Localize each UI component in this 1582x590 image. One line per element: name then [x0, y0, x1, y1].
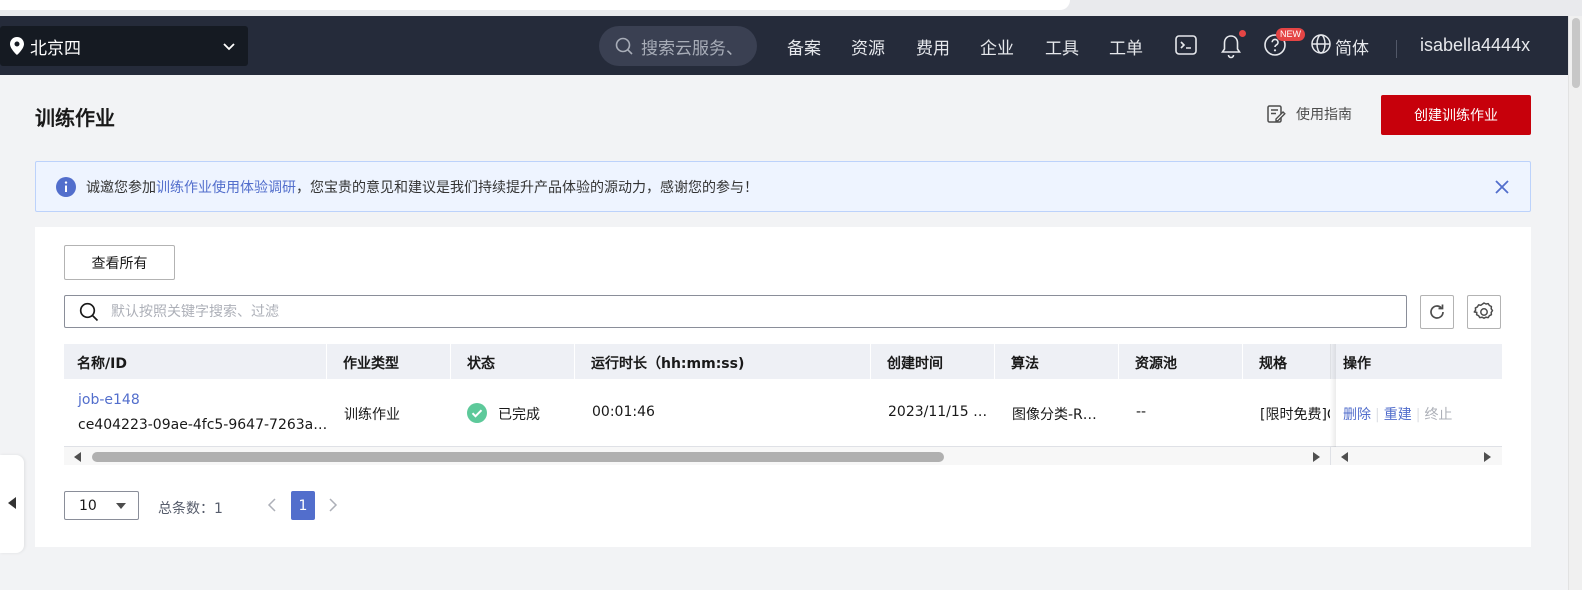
notification-dot	[1239, 30, 1246, 37]
page-size-select[interactable]: 10	[64, 491, 139, 520]
total-count: 总条数：1	[158, 501, 223, 517]
column-divider	[574, 344, 575, 379]
delete-action[interactable]: 删除	[1343, 407, 1371, 423]
guide-edit-icon	[1267, 105, 1286, 123]
job-algorithm: 图像分类-R…	[1012, 407, 1097, 423]
job-duration: 00:01:46	[592, 404, 655, 420]
region-selector[interactable]: 北京四	[0, 26, 248, 66]
filter-search-box[interactable]	[64, 295, 1407, 328]
location-pin-icon	[10, 37, 24, 55]
banner-text-suffix: ，您宝贵的意见和建议是我们持续提升产品体验的源动力，感谢您的参与！	[296, 179, 758, 196]
browser-strip	[0, 0, 1582, 16]
close-icon[interactable]	[1494, 179, 1510, 195]
fixed-column-shadow	[1330, 344, 1336, 447]
page-scrollbar[interactable]	[1568, 16, 1582, 590]
column-divider	[450, 344, 451, 379]
create-training-job-button[interactable]: 创建训练作业	[1381, 95, 1531, 135]
bell-icon[interactable]	[1219, 33, 1243, 59]
nav-item-billing[interactable]: 费用	[916, 34, 950, 59]
column-header-status[interactable]: 状态	[467, 353, 495, 373]
global-search-placeholder: 搜索云服务、	[641, 38, 743, 59]
refresh-icon	[1430, 304, 1444, 319]
job-created-time: 2023/11/15 …	[888, 404, 988, 420]
terminate-action: 终止	[1424, 407, 1453, 423]
fixed-scroll-divider	[1330, 447, 1331, 465]
column-divider	[1242, 344, 1243, 379]
sidebar-collapse-handle[interactable]	[0, 455, 24, 553]
chevron-down-icon	[223, 43, 235, 51]
browser-address-edge	[0, 0, 1070, 10]
column-divider	[870, 344, 871, 379]
column-header-algorithm[interactable]: 算法	[1011, 353, 1039, 373]
job-list-card: 查看所有 名称/ID 作业类型 状态 运行时长（hh:mm:ss)	[35, 227, 1531, 547]
nav-divider	[1396, 40, 1397, 58]
gear-icon	[1473, 302, 1494, 319]
column-header-job-type[interactable]: 作业类型	[343, 353, 399, 373]
settings-button[interactable]	[1467, 295, 1501, 329]
action-separator: |	[1415, 407, 1421, 423]
language-switch[interactable]: 简体	[1335, 34, 1369, 59]
fixed-scroll-left-icon[interactable]	[1341, 452, 1349, 462]
table-scrollbar-thumb[interactable]	[92, 452, 944, 462]
search-icon	[615, 37, 633, 55]
terminal-icon[interactable]	[1174, 33, 1198, 57]
column-divider	[1118, 344, 1119, 379]
user-guide-label: 使用指南	[1296, 107, 1352, 123]
column-header-pool[interactable]: 资源池	[1135, 353, 1177, 373]
caret-down-icon	[116, 503, 126, 509]
nav-item-tickets[interactable]: 工单	[1109, 34, 1143, 59]
search-icon	[79, 302, 99, 321]
page-number-current[interactable]: 1	[291, 491, 315, 520]
refresh-button[interactable]	[1420, 295, 1454, 329]
table-header: 名称/ID 作业类型 状态 运行时长（hh:mm:ss) 创建时间 算法 资源池…	[64, 344, 1502, 379]
scroll-right-icon[interactable]	[1312, 452, 1320, 462]
nav-item-resources[interactable]: 资源	[851, 34, 885, 59]
column-header-name-id[interactable]: 名称/ID	[77, 353, 127, 373]
fixed-scroll-right-icon[interactable]	[1483, 452, 1491, 462]
filter-search-input[interactable]	[111, 303, 1211, 320]
page-size-value: 10	[79, 497, 97, 514]
column-divider	[326, 344, 327, 379]
success-check-icon	[467, 403, 487, 423]
user-menu[interactable]: isabella4444x	[1420, 35, 1530, 56]
table-horizontal-scrollbar[interactable]	[64, 447, 1502, 465]
scroll-left-icon[interactable]	[74, 452, 82, 462]
job-type: 训练作业	[344, 407, 400, 423]
job-resource-pool: --	[1136, 404, 1147, 420]
page-scrollbar-thumb[interactable]	[1572, 18, 1580, 88]
user-guide-link[interactable]: 使用指南	[1266, 104, 1352, 124]
column-divider	[994, 344, 995, 379]
action-separator: |	[1375, 407, 1380, 423]
previous-page-icon[interactable]	[267, 498, 277, 512]
globe-icon[interactable]	[1310, 33, 1332, 55]
info-icon	[56, 176, 76, 197]
survey-link[interactable]: 训练作业使用体验调研	[156, 177, 296, 197]
view-all-button[interactable]: 查看所有	[64, 245, 175, 280]
next-page-icon[interactable]	[328, 498, 338, 512]
column-header-actions: 操作	[1343, 356, 1371, 372]
nav-item-filing[interactable]: 备案	[787, 34, 821, 59]
top-navigation-bar: 北京四 搜索云服务、 备案 资源 费用 企业 工具 工单 NEW 简体 isab…	[0, 16, 1568, 75]
page-title: 训练作业	[35, 106, 115, 130]
nav-item-enterprise[interactable]: 企业	[980, 34, 1014, 59]
job-id: ce404223-09ae-4fc5-9647-7263a…	[78, 417, 328, 433]
global-search[interactable]: 搜索云服务、	[599, 26, 757, 66]
survey-banner: 诚邀您参加 训练作业使用体验调研 ，您宝贵的意见和建议是我们持续提升产品体验的源…	[35, 161, 1531, 212]
caret-left-icon	[8, 497, 16, 509]
column-header-spec[interactable]: 规格	[1259, 353, 1287, 373]
column-header-created[interactable]: 创建时间	[887, 353, 943, 373]
job-name-link[interactable]: job-e148	[78, 392, 140, 408]
column-header-duration[interactable]: 运行时长（hh:mm:ss)	[591, 353, 744, 373]
table-row: job-e148 ce404223-09ae-4fc5-9647-7263a… …	[64, 344, 1502, 447]
new-badge: NEW	[1276, 28, 1305, 41]
rebuild-action[interactable]: 重建	[1384, 407, 1412, 423]
banner-text-prefix: 诚邀您参加	[86, 179, 156, 196]
region-label: 北京四	[30, 38, 81, 59]
nav-item-tools[interactable]: 工具	[1045, 34, 1079, 59]
job-spec: [限时免费]C	[1260, 407, 1330, 423]
row-actions: 删除 | 重建 | 终止	[1343, 404, 1452, 424]
job-status: 已完成	[498, 407, 540, 423]
